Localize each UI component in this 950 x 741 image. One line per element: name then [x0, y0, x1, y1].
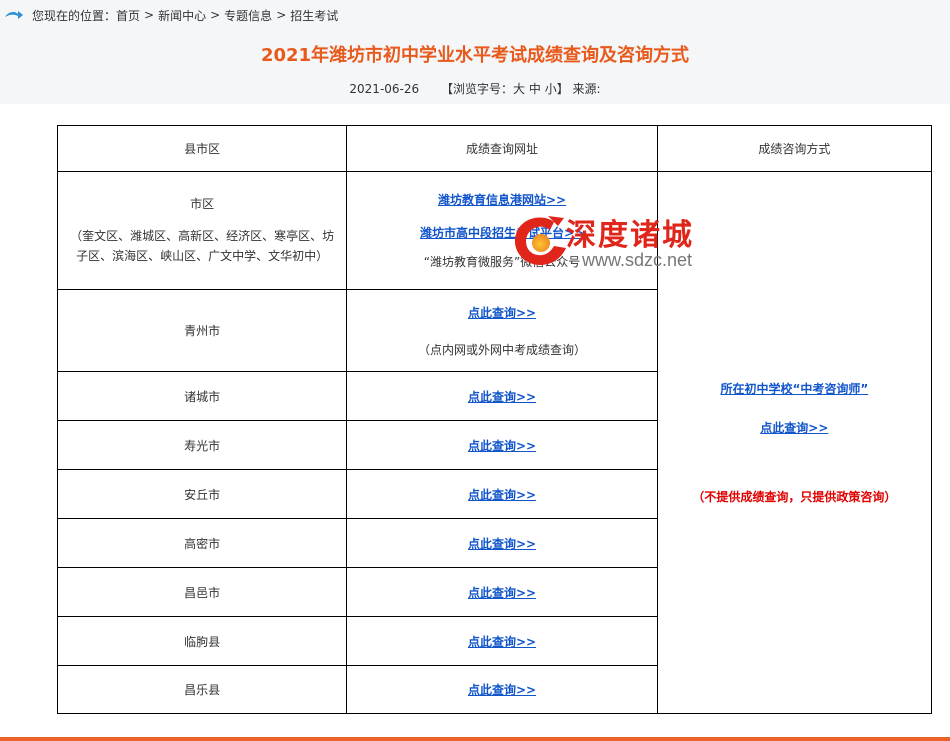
query-cell: 潍坊教育信息港网站>> 潍坊市高中段招生考试平台>> “潍坊教育微服务”微信公众…: [346, 171, 658, 290]
bottom-accent-bar: [0, 737, 950, 741]
district-note: （奎文区、潍城区、高新区、经济区、寒亭区、坊: [70, 229, 335, 243]
query-link[interactable]: 点此查询>>: [468, 537, 536, 551]
breadcrumb: 您现在的位置： 首页 > 新闻中心 > 专题信息 > 招生考试: [0, 2, 338, 28]
publish-date: 2021-06-26: [349, 82, 420, 96]
district-cell: 寿光市: [56, 420, 348, 470]
query-link[interactable]: 点此查询>>: [468, 390, 536, 404]
wechat-account-note: “潍坊教育微服务”微信公众号: [423, 255, 581, 269]
header-consult-method: 成绩咨询方式: [656, 125, 933, 172]
weifang-edu-portal-link[interactable]: 潍坊教育信息港网站>>: [347, 191, 656, 208]
breadcrumb-enrollment-exams[interactable]: 招生考试: [290, 7, 338, 24]
district-cell: 临朐县: [56, 616, 348, 666]
font-size-small[interactable]: 小: [545, 82, 557, 96]
high-school-exam-platform-link[interactable]: 潍坊市高中段招生考试平台>>: [347, 224, 656, 241]
header-query-url: 成绩查询网址: [346, 125, 658, 172]
header-district: 县市区: [56, 125, 348, 172]
query-cell: 点此查询>>: [346, 371, 658, 421]
breadcrumb-separator: >: [276, 8, 287, 22]
query-cell: 点此查询>>: [346, 469, 658, 519]
district-cell: 青州市: [56, 289, 348, 372]
district-cell: 诸城市: [56, 371, 348, 421]
consult-query-link[interactable]: 点此查询>>: [658, 419, 931, 436]
query-link[interactable]: 点此查询>>: [468, 488, 536, 502]
breadcrumb-special-topics[interactable]: 专题信息: [224, 7, 272, 24]
consult-warning-note: （不提供成绩查询，只提供政策咨询）: [692, 490, 897, 504]
query-cell: 点此查询>>: [346, 518, 658, 568]
consult-cell: 所在初中学校“中考咨询师” 点此查询>> （不提供成绩查询，只提供政策咨询）: [656, 171, 933, 714]
table-header-row: 县市区 成绩查询网址 成绩咨询方式: [56, 125, 933, 172]
breadcrumb-prefix: 您现在的位置：: [32, 8, 117, 23]
query-note: （点内网或外网中考成绩查询）: [417, 342, 586, 357]
query-cell: 点此查询>>: [346, 567, 658, 617]
query-cell: 点此查询>> （点内网或外网中考成绩查询）: [346, 289, 658, 372]
query-cell: 点此查询>>: [346, 420, 658, 470]
district-note: 子区、滨海区、峡山区、广文中学、文华初中）: [76, 249, 329, 263]
score-query-table: 县市区 成绩查询网址 成绩咨询方式 市区 （奎文区、潍城区、高新区、经济区、寒亭…: [56, 125, 933, 714]
query-link[interactable]: 点此查询>>: [468, 635, 536, 649]
query-link[interactable]: 点此查询>>: [468, 683, 536, 697]
font-size-label: 【浏览字号：: [440, 82, 513, 96]
breadcrumb-separator: >: [210, 8, 221, 22]
query-cell: 点此查询>>: [346, 616, 658, 666]
source-label: 来源:: [572, 82, 601, 96]
district-cell: 高密市: [56, 518, 348, 568]
font-size-close: 】: [556, 82, 569, 96]
table-row: 市区 （奎文区、潍城区、高新区、经济区、寒亭区、坊 子区、滨海区、峡山区、广文中…: [56, 171, 933, 714]
query-link[interactable]: 点此查询>>: [468, 439, 536, 453]
font-size-medium[interactable]: 中: [529, 82, 541, 96]
district-cell: 昌邑市: [56, 567, 348, 617]
district-cell: 市区 （奎文区、潍城区、高新区、经济区、寒亭区、坊 子区、滨海区、峡山区、广文中…: [56, 171, 348, 290]
district-cell: 安丘市: [56, 469, 348, 519]
font-size-large[interactable]: 大: [513, 82, 525, 96]
article-header: 您现在的位置： 首页 > 新闻中心 > 专题信息 > 招生考试 2021年潍坊市…: [0, 0, 950, 104]
breadcrumb-separator: >: [144, 8, 155, 22]
arrow-right-icon: [5, 11, 23, 19]
district-cell: 昌乐县: [56, 665, 348, 714]
breadcrumb-news-center[interactable]: 新闻中心: [158, 7, 206, 24]
query-link[interactable]: 点此查询>>: [468, 586, 536, 600]
consultant-link[interactable]: 所在初中学校“中考咨询师”: [658, 380, 931, 397]
query-link[interactable]: 点此查询>>: [347, 304, 656, 321]
district-name: 市区: [190, 197, 215, 211]
query-cell: 点此查询>>: [346, 665, 658, 714]
breadcrumb-home[interactable]: 首页: [116, 7, 140, 24]
article-meta: 2021-06-26 【浏览字号：大 中 小】 来源:: [0, 80, 950, 97]
page-title: 2021年潍坊市初中学业水平考试成绩查询及咨询方式: [260, 45, 690, 66]
